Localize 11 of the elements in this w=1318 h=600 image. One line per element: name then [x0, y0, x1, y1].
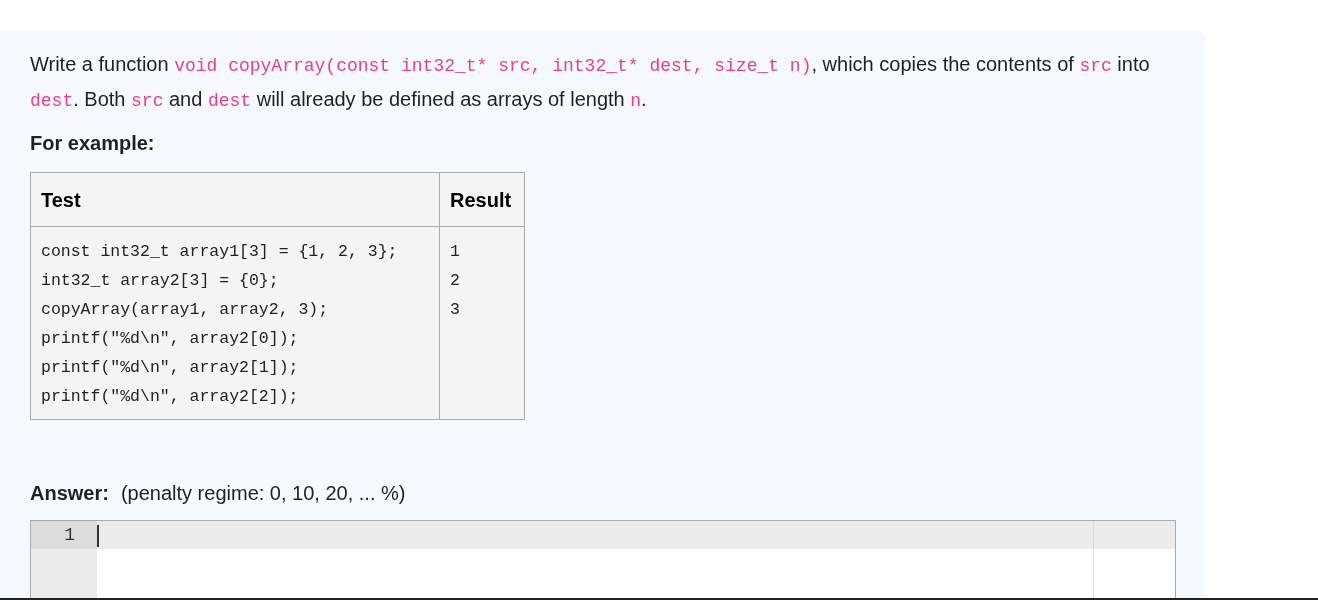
answer-label: Answer: [30, 481, 109, 506]
question-text: Write a function void copyArray(const int32_t* src, int32_t* dest, size_t n), which copies the contents of src into dest. Both src and dest will already be defined as arrays of length n. [30, 52, 1151, 113]
code-editor[interactable]: 1 [30, 520, 1176, 600]
table-cell: 1 2 3 [439, 226, 525, 420]
example-heading: For example: [30, 131, 156, 156]
table-cell: const int32_t array1[3] = {1, 2, 3}; int32_t array2[3] = {0}; copyArray(array1, array2, 3); printf("%d\n", array2[0]); printf("%d\n", array2[1]); printf("%d\n", array2[2]); [30, 226, 440, 420]
text-cursor [97, 525, 99, 547]
column-header: Result [439, 172, 525, 227]
penalty-text: (penalty regime: 0, 10, 20, ... %) [120, 481, 406, 506]
column-header: Test [30, 172, 440, 227]
line-number: 1 [31, 521, 97, 549]
